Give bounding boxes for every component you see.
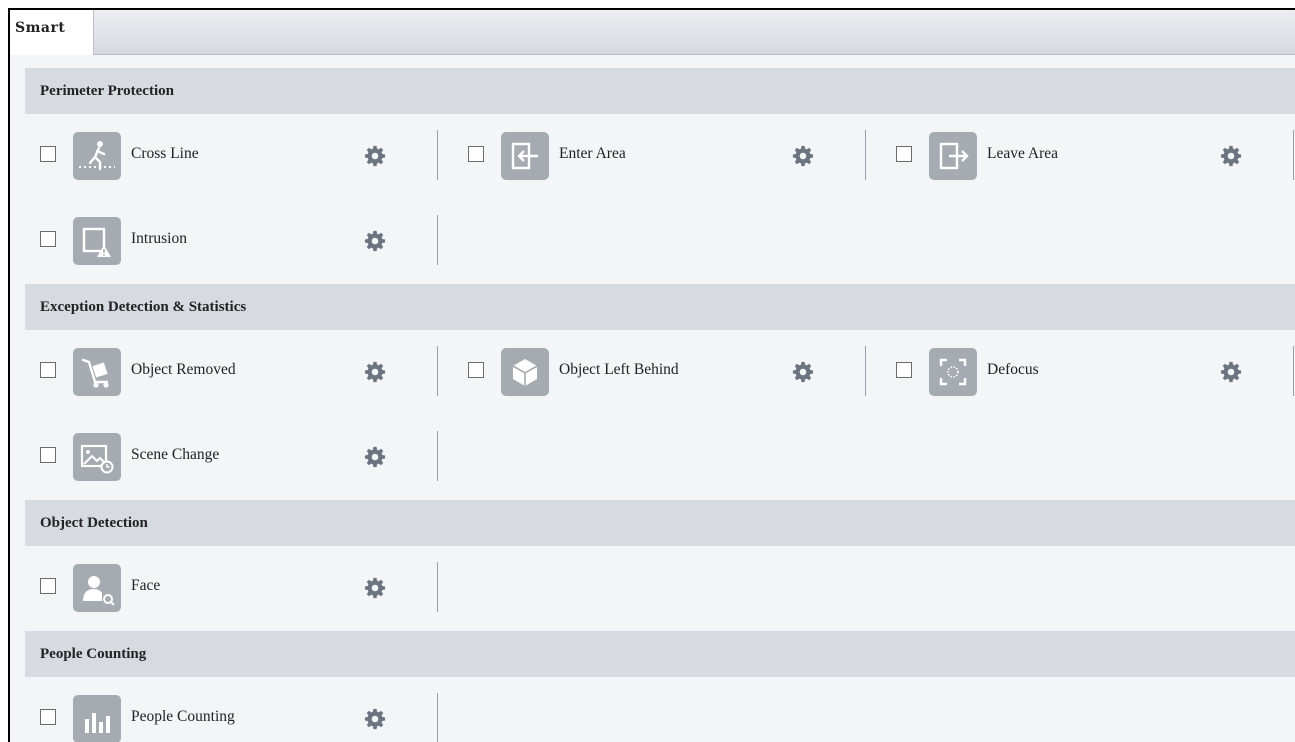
intrusion-label: Intrusion — [131, 230, 187, 247]
object-left-behind-settings-gear-icon[interactable] — [792, 361, 814, 383]
face-label: Face — [131, 577, 161, 594]
cross-line-icon — [73, 132, 121, 180]
section-header-people-counting: People Counting — [25, 631, 1295, 677]
feature-leave-area: Leave Area — [866, 130, 1294, 180]
cross-line-settings-gear-icon[interactable] — [364, 145, 386, 167]
face-checkbox[interactable] — [40, 578, 56, 594]
intrusion-settings-gear-icon[interactable] — [364, 230, 386, 252]
section-header-object-detection: Object Detection — [25, 500, 1295, 546]
enter-area-settings-gear-icon[interactable] — [792, 145, 814, 167]
column-divider — [437, 215, 438, 265]
enter-area-icon — [501, 132, 549, 180]
section-header-exception-detection: Exception Detection & Statistics — [25, 284, 1295, 330]
scene-change-icon — [73, 433, 121, 481]
leave-area-settings-gear-icon[interactable] — [1220, 145, 1242, 167]
people-counting-settings-gear-icon[interactable] — [364, 708, 386, 730]
leave-area-checkbox[interactable] — [896, 146, 912, 162]
object-left-behind-icon — [501, 348, 549, 396]
scene-change-checkbox[interactable] — [40, 447, 56, 463]
column-divider — [1293, 130, 1294, 180]
section-header-perimeter-protection: Perimeter Protection — [25, 68, 1295, 114]
object-removed-checkbox[interactable] — [40, 362, 56, 378]
tab-bar: Smart — [10, 10, 1295, 55]
feature-defocus: Defocus — [866, 346, 1294, 396]
object-removed-icon — [73, 348, 121, 396]
object-left-behind-checkbox[interactable] — [468, 362, 484, 378]
column-divider — [1293, 346, 1294, 396]
feature-face: Face — [10, 562, 438, 612]
feature-people-counting: People Counting — [10, 693, 438, 742]
scene-change-settings-gear-icon[interactable] — [364, 446, 386, 468]
leave-area-icon — [929, 132, 977, 180]
face-settings-gear-icon[interactable] — [364, 577, 386, 599]
enter-area-checkbox[interactable] — [468, 146, 484, 162]
object-left-behind-label: Object Left Behind — [559, 361, 679, 378]
face-icon — [73, 564, 121, 612]
defocus-label: Defocus — [987, 361, 1039, 378]
defocus-settings-gear-icon[interactable] — [1220, 361, 1242, 383]
feature-object-removed: Object Removed — [10, 346, 438, 396]
feature-cross-line: Cross Line — [10, 130, 438, 180]
people-counting-label: People Counting — [131, 708, 235, 725]
people-counting-icon — [73, 695, 121, 742]
enter-area-label: Enter Area — [559, 145, 626, 162]
feature-object-left-behind: Object Left Behind — [438, 346, 866, 396]
tab-smart[interactable]: Smart — [10, 10, 94, 55]
object-removed-settings-gear-icon[interactable] — [364, 361, 386, 383]
cross-line-checkbox[interactable] — [40, 146, 56, 162]
feature-intrusion: Intrusion — [10, 215, 438, 265]
column-divider — [437, 431, 438, 481]
object-removed-label: Object Removed — [131, 361, 236, 378]
feature-enter-area: Enter Area — [438, 130, 866, 180]
column-divider — [437, 562, 438, 612]
feature-scene-change: Scene Change — [10, 431, 438, 481]
smart-panel: Smart Perimeter Protection Cross Line En… — [8, 8, 1295, 742]
defocus-icon — [929, 348, 977, 396]
defocus-checkbox[interactable] — [896, 362, 912, 378]
leave-area-label: Leave Area — [987, 145, 1058, 162]
intrusion-icon — [73, 217, 121, 265]
scene-change-label: Scene Change — [131, 446, 220, 463]
cross-line-label: Cross Line — [131, 145, 199, 162]
column-divider — [437, 693, 438, 742]
intrusion-checkbox[interactable] — [40, 231, 56, 247]
people-counting-checkbox[interactable] — [40, 709, 56, 725]
